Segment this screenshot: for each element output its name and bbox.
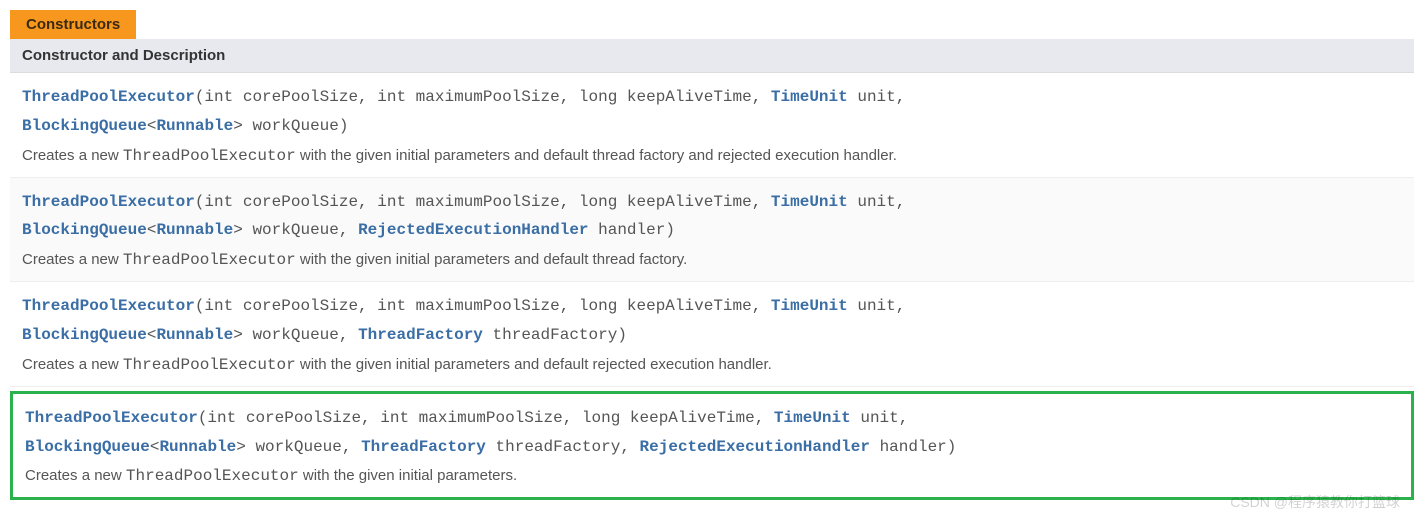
- type-link[interactable]: Runnable: [156, 326, 233, 344]
- constructor-row: ThreadPoolExecutor(int corePoolSize, int…: [10, 73, 1414, 178]
- constructors-subheader: Constructor and Description: [10, 39, 1414, 73]
- type-link[interactable]: ThreadPoolExecutor: [22, 193, 195, 211]
- sig-text: (int corePoolSize, int maximumPoolSize, …: [198, 409, 774, 427]
- sig-text: > workQueue): [233, 117, 348, 135]
- desc-text: Creates a new: [25, 467, 126, 484]
- type-link[interactable]: TimeUnit: [771, 297, 848, 315]
- sig-text: <: [147, 221, 157, 239]
- desc-code: ThreadPoolExecutor: [123, 356, 296, 374]
- constructors-tab[interactable]: Constructors: [10, 10, 136, 39]
- desc-code: ThreadPoolExecutor: [123, 251, 296, 269]
- type-link[interactable]: ThreadPoolExecutor: [22, 297, 195, 315]
- sig-text: <: [147, 326, 157, 344]
- sig-text: unit,: [851, 409, 909, 427]
- constructor-signature: ThreadPoolExecutor(int corePoolSize, int…: [22, 188, 1402, 246]
- desc-text: Creates a new: [22, 356, 123, 373]
- desc-text: with the given initial parameters and de…: [296, 147, 897, 164]
- constructor-description: Creates a new ThreadPoolExecutor with th…: [25, 467, 1399, 485]
- type-link[interactable]: BlockingQueue: [25, 438, 150, 456]
- constructor-description: Creates a new ThreadPoolExecutor with th…: [22, 251, 1402, 269]
- type-link[interactable]: RejectedExecutionHandler: [358, 221, 588, 239]
- constructor-signature: ThreadPoolExecutor(int corePoolSize, int…: [22, 83, 1402, 141]
- type-link[interactable]: BlockingQueue: [22, 221, 147, 239]
- constructor-row-highlighted: ThreadPoolExecutor(int corePoolSize, int…: [10, 391, 1414, 501]
- type-link[interactable]: TimeUnit: [771, 88, 848, 106]
- desc-text: with the given initial parameters.: [299, 467, 517, 484]
- sig-text: handler): [589, 221, 675, 239]
- type-link[interactable]: Runnable: [156, 221, 233, 239]
- type-link[interactable]: BlockingQueue: [22, 326, 147, 344]
- constructor-description: Creates a new ThreadPoolExecutor with th…: [22, 147, 1402, 165]
- constructor-signature: ThreadPoolExecutor(int corePoolSize, int…: [22, 292, 1402, 350]
- desc-code: ThreadPoolExecutor: [126, 467, 299, 485]
- constructor-signature: ThreadPoolExecutor(int corePoolSize, int…: [25, 404, 1399, 462]
- sig-text: (int corePoolSize, int maximumPoolSize, …: [195, 193, 771, 211]
- type-link[interactable]: BlockingQueue: [22, 117, 147, 135]
- sig-text: <: [147, 117, 157, 135]
- constructor-row: ThreadPoolExecutor(int corePoolSize, int…: [10, 282, 1414, 387]
- desc-text: with the given initial parameters and de…: [296, 356, 772, 373]
- type-link[interactable]: Runnable: [156, 117, 233, 135]
- sig-text: unit,: [848, 193, 906, 211]
- constructor-row: ThreadPoolExecutor(int corePoolSize, int…: [10, 178, 1414, 283]
- type-link[interactable]: ThreadFactory: [361, 438, 486, 456]
- type-link[interactable]: TimeUnit: [771, 193, 848, 211]
- desc-text: Creates a new: [22, 251, 123, 268]
- type-link[interactable]: RejectedExecutionHandler: [640, 438, 870, 456]
- type-link[interactable]: ThreadPoolExecutor: [25, 409, 198, 427]
- constructor-description: Creates a new ThreadPoolExecutor with th…: [22, 356, 1402, 374]
- desc-code: ThreadPoolExecutor: [123, 147, 296, 165]
- sig-text: <: [150, 438, 160, 456]
- sig-text: (int corePoolSize, int maximumPoolSize, …: [195, 297, 771, 315]
- sig-text: > workQueue,: [233, 326, 358, 344]
- desc-text: Creates a new: [22, 147, 123, 164]
- type-link[interactable]: Runnable: [159, 438, 236, 456]
- type-link[interactable]: ThreadPoolExecutor: [22, 88, 195, 106]
- desc-text: with the given initial parameters and de…: [296, 251, 688, 268]
- sig-text: unit,: [848, 297, 906, 315]
- sig-text: handler): [870, 438, 956, 456]
- sig-text: > workQueue,: [233, 221, 358, 239]
- sig-text: (int corePoolSize, int maximumPoolSize, …: [195, 88, 771, 106]
- constructors-section: Constructors Constructor and Description…: [10, 10, 1414, 500]
- sig-text: threadFactory): [483, 326, 627, 344]
- sig-text: threadFactory,: [486, 438, 640, 456]
- type-link[interactable]: ThreadFactory: [358, 326, 483, 344]
- type-link[interactable]: TimeUnit: [774, 409, 851, 427]
- sig-text: unit,: [848, 88, 906, 106]
- sig-text: > workQueue,: [236, 438, 361, 456]
